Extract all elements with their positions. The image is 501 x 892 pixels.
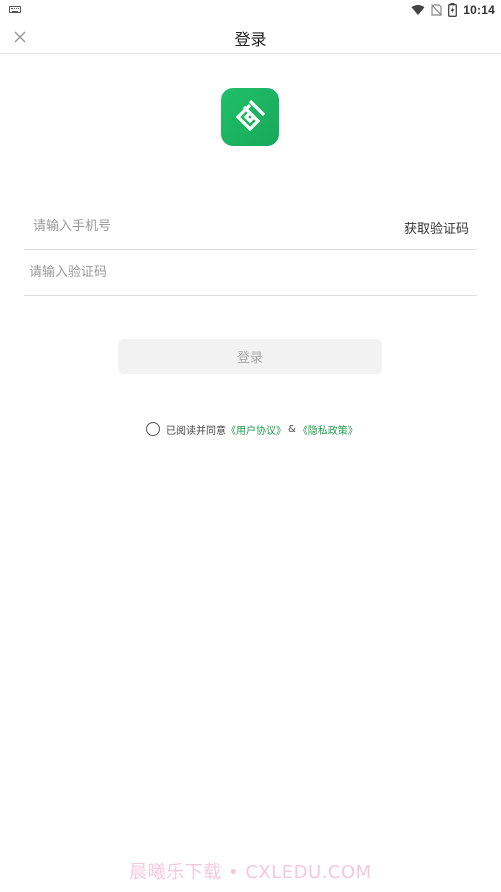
- agreement-row: 已阅读并同意 《用户协议》 & 《隐私政策》: [146, 421, 358, 437]
- agreement-prefix: 已阅读并同意: [166, 425, 226, 437]
- phone-input[interactable]: [24, 204, 384, 249]
- verification-code-input[interactable]: [24, 250, 477, 295]
- page-title: 登录: [234, 30, 267, 49]
- status-bar: 10:14: [0, 0, 501, 20]
- no-sim-icon: [431, 4, 443, 16]
- app-logo-icon: [235, 99, 266, 132]
- keyboard-icon: [9, 6, 21, 13]
- battery-charging-icon: [448, 3, 458, 17]
- privacy-policy-link[interactable]: 《隐私政策》: [298, 422, 358, 437]
- user-agreement-link[interactable]: 《用户协议》: [226, 422, 286, 437]
- phone-field: 获取验证码: [24, 204, 477, 250]
- get-code-button[interactable]: 获取验证码: [404, 218, 469, 237]
- watermark: 晨曦乐下载 • CXLEDU.COM: [129, 862, 372, 883]
- status-time: 10:14: [463, 3, 495, 17]
- title-bar: 登录: [0, 20, 501, 54]
- verification-code-field: [24, 250, 477, 296]
- login-button[interactable]: 登录: [118, 339, 382, 374]
- status-icons: 10:14: [411, 2, 495, 18]
- agreement-separator: &: [288, 423, 296, 435]
- agree-checkbox[interactable]: [146, 422, 160, 436]
- app-logo: [221, 88, 279, 146]
- wifi-icon: [411, 4, 425, 15]
